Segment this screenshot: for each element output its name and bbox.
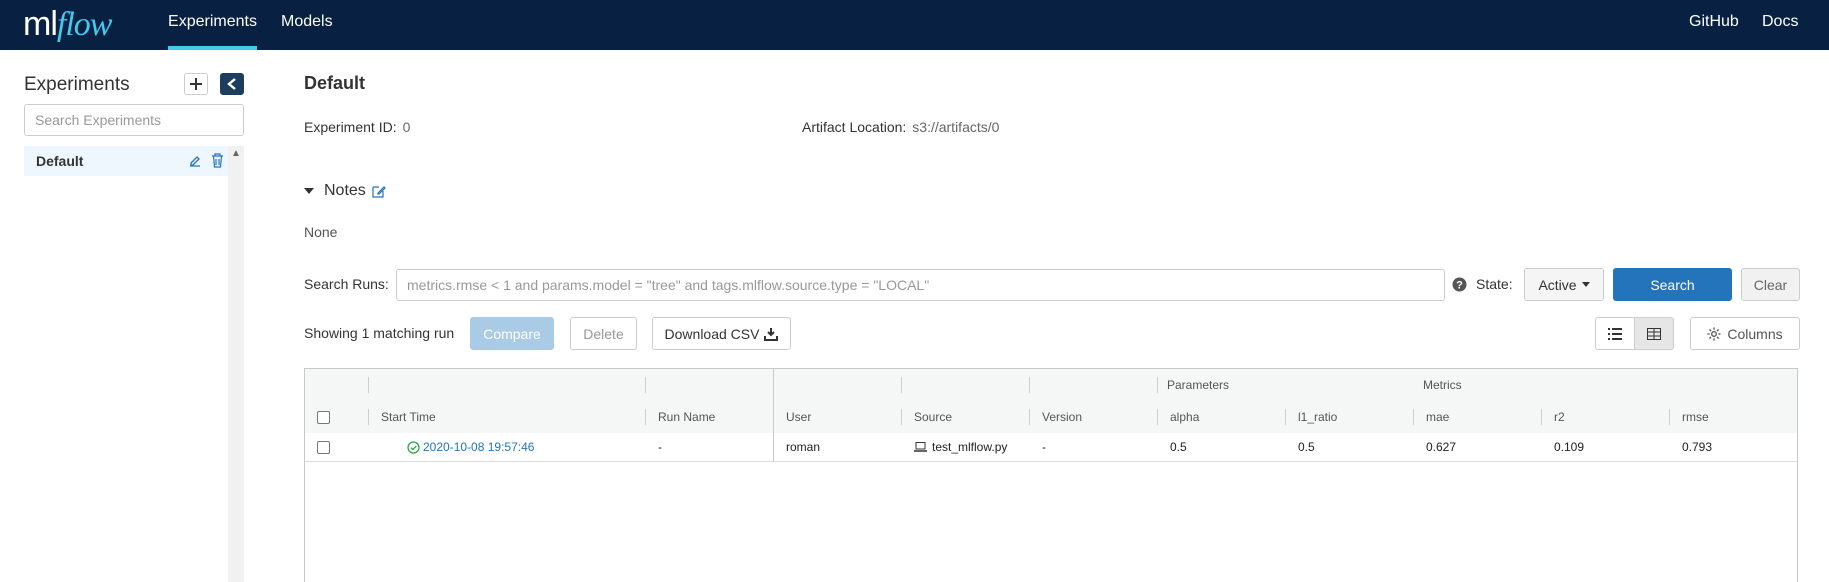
delete-button[interactable]: Delete — [570, 317, 637, 350]
edit-icon[interactable] — [188, 154, 202, 168]
column-header-rmse[interactable]: rmse — [1670, 401, 1709, 433]
experiment-id-value: 0 — [402, 119, 411, 135]
pinned-columns-divider — [773, 369, 774, 461]
column-header-run-name[interactable]: Run Name — [646, 401, 715, 433]
search-runs-input[interactable] — [396, 269, 1445, 301]
sidebar-scrollbar[interactable]: ▲ — [228, 146, 244, 582]
svg-text:?: ? — [1456, 280, 1463, 292]
column-header-alpha[interactable]: alpha — [1158, 401, 1199, 433]
add-experiment-button[interactable] — [184, 73, 208, 95]
state-dropdown[interactable]: Active — [1524, 268, 1604, 301]
laptop-icon — [914, 442, 927, 452]
search-experiments-input[interactable] — [24, 104, 244, 136]
gear-icon — [1707, 327, 1721, 340]
status-success-icon — [407, 440, 420, 454]
column-separator — [1029, 377, 1030, 393]
matching-runs-count: Showing 1 matching run — [304, 325, 455, 341]
collapse-sidebar-button[interactable] — [220, 73, 244, 95]
row-select-cell — [305, 433, 330, 461]
notes-content: None — [304, 224, 338, 240]
column-separator — [368, 377, 369, 393]
sidebar-item-default[interactable]: Default — [24, 146, 228, 176]
state-dropdown-value: Active — [1538, 276, 1577, 293]
nav-models[interactable]: Models — [281, 0, 333, 50]
caret-down-icon — [304, 188, 314, 194]
download-csv-label: Download CSV — [664, 325, 760, 342]
sidebar-title: Experiments — [24, 74, 130, 95]
l1-ratio-cell: 0.5 — [1298, 440, 1315, 454]
nav-experiments[interactable]: Experiments — [168, 0, 257, 50]
scroll-up-arrow-icon[interactable]: ▲ — [231, 148, 241, 159]
column-header-start-time[interactable]: Start Time — [369, 401, 436, 433]
clear-button[interactable]: Clear — [1741, 268, 1800, 301]
run-name-cell: - — [658, 440, 662, 454]
nav-github[interactable]: GitHub — [1689, 0, 1739, 50]
columns-button[interactable]: Columns — [1690, 317, 1800, 350]
table-group-header-row: Parameters Metrics — [305, 369, 1797, 402]
table-row[interactable]: 2020-10-08 19:57:46 - roman test_mlflow.… — [305, 433, 1797, 462]
grid-view-button[interactable] — [1634, 317, 1674, 350]
edit-notes-icon[interactable] — [372, 184, 386, 198]
version-cell: - — [1042, 440, 1046, 454]
column-header-user[interactable]: User — [774, 401, 811, 433]
notes-toggle[interactable]: Notes — [304, 182, 386, 200]
artifact-location-value: s3://artifacts/0 — [912, 119, 1000, 135]
column-header-mae[interactable]: mae — [1414, 401, 1449, 433]
nav-docs[interactable]: Docs — [1762, 0, 1798, 50]
experiment-title: Default — [304, 73, 366, 93]
table-icon — [1647, 327, 1661, 340]
notes-label: Notes — [324, 182, 366, 199]
download-icon — [764, 327, 779, 341]
list-view-button[interactable] — [1595, 317, 1635, 350]
trash-icon[interactable] — [211, 153, 224, 168]
select-all-cell — [305, 401, 330, 433]
start-time-cell: 2020-10-08 19:57:46 — [395, 433, 534, 461]
state-label: State: — [1476, 276, 1513, 292]
rmse-cell: 0.793 — [1682, 440, 1713, 454]
column-separator — [645, 377, 646, 393]
download-csv-button[interactable]: Download CSV — [652, 317, 791, 350]
chevron-left-icon — [227, 78, 236, 90]
user-cell: roman — [786, 440, 821, 454]
r2-cell: 0.109 — [1554, 440, 1585, 454]
column-header-version[interactable]: Version — [1030, 401, 1082, 433]
list-icon — [1608, 327, 1622, 340]
source-value[interactable]: test_mlflow.py — [932, 440, 1007, 454]
experiment-id: Experiment ID: 0 — [304, 119, 410, 135]
table-header-row: Start Time Run Name User Source Version … — [305, 401, 1797, 434]
group-header-metrics: Metrics — [1423, 378, 1462, 392]
run-start-time-link[interactable]: 2020-10-08 19:57:46 — [423, 440, 534, 454]
column-header-r2[interactable]: r2 — [1542, 401, 1565, 433]
select-all-checkbox[interactable] — [317, 410, 330, 424]
source-cell: test_mlflow.py — [902, 433, 1007, 461]
group-header-parameters: Parameters — [1167, 378, 1230, 392]
help-icon[interactable]: ? — [1452, 277, 1467, 292]
artifact-location-label: Artifact Location: — [802, 119, 907, 135]
top-navbar: mlflow Experiments Models GitHub Docs — [0, 0, 1829, 50]
logo-text-ml: ml — [23, 5, 58, 43]
mae-cell: 0.627 — [1426, 440, 1457, 454]
search-button[interactable]: Search — [1613, 268, 1732, 301]
caret-down-icon — [1581, 282, 1590, 287]
mlflow-logo[interactable]: mlflow — [23, 4, 113, 44]
sidebar-item-label: Default — [36, 153, 84, 169]
logo-text-flow: flow — [56, 6, 113, 43]
column-header-source[interactable]: Source — [902, 401, 952, 433]
runs-table: Parameters Metrics Start Time Run Name U… — [304, 368, 1798, 582]
compare-button[interactable]: Compare — [470, 317, 554, 350]
column-separator — [901, 377, 902, 393]
plus-icon — [190, 78, 202, 90]
row-checkbox[interactable] — [317, 440, 330, 454]
search-runs-label: Search Runs: — [304, 276, 389, 292]
columns-label: Columns — [1727, 325, 1783, 342]
experiment-id-label: Experiment ID: — [304, 119, 397, 135]
alpha-cell: 0.5 — [1170, 440, 1187, 454]
artifact-location: Artifact Location: s3://artifacts/0 — [802, 119, 999, 135]
column-header-l1-ratio[interactable]: l1_ratio — [1286, 401, 1337, 433]
